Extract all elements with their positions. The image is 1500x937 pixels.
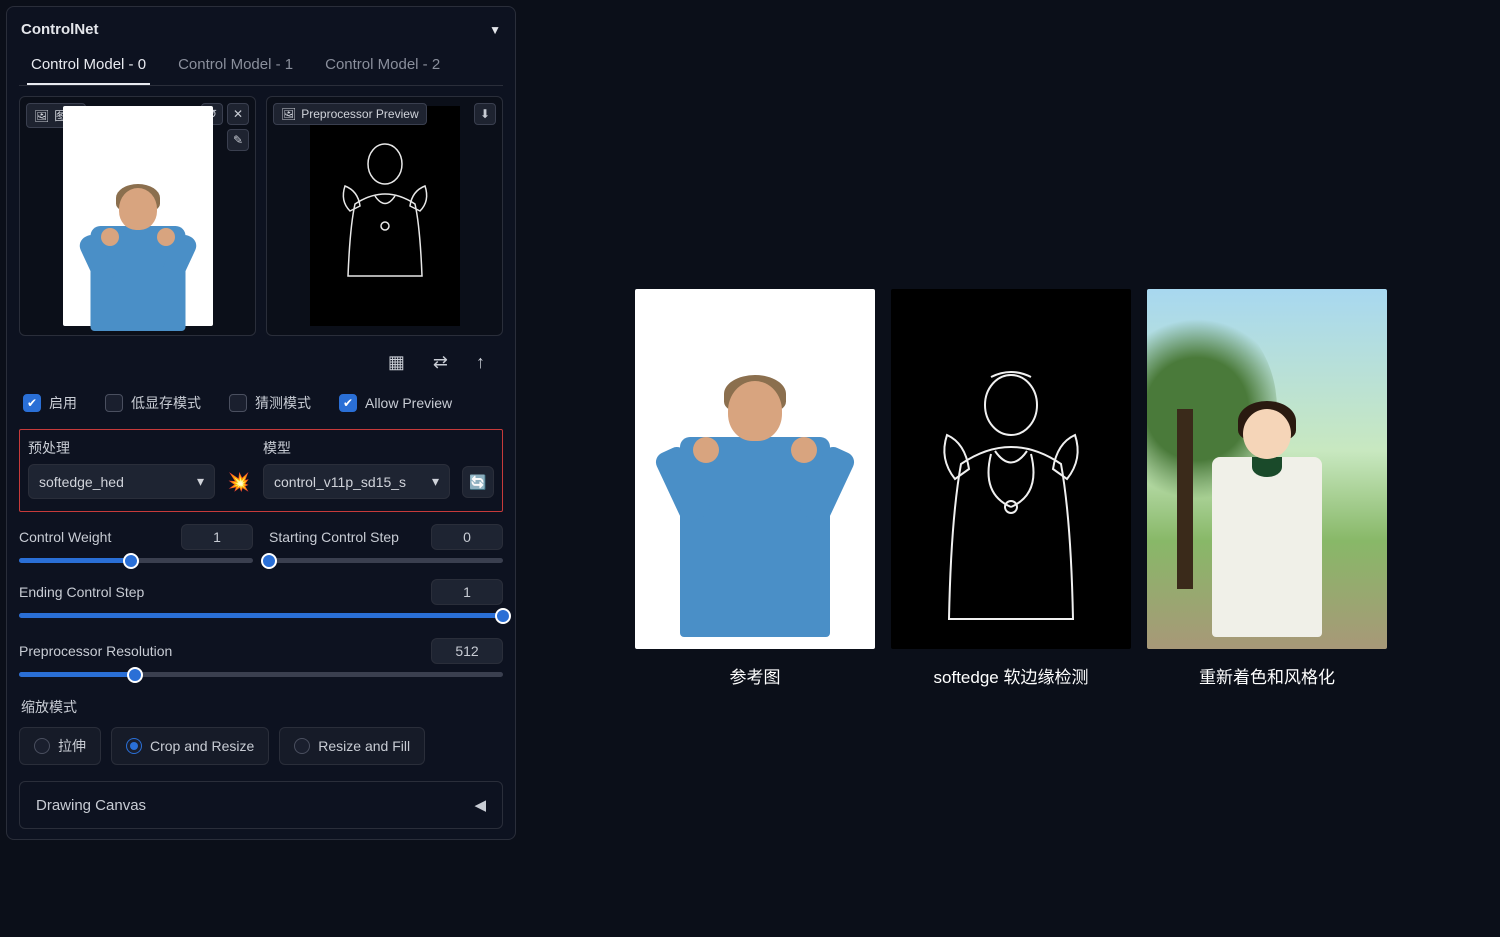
resolution-slider[interactable]: Preprocessor Resolution 512 xyxy=(19,638,503,677)
tab-model-1[interactable]: Control Model - 1 xyxy=(174,48,297,85)
resolution-label: Preprocessor Resolution xyxy=(19,643,172,659)
lowvram-label: 低显存模式 xyxy=(131,393,201,413)
image-input-box[interactable]: 🖼 图像 ↺ ✕ ✎ xyxy=(19,96,256,336)
scale-stretch-option[interactable]: 拉伸 xyxy=(19,727,101,765)
preprocessor-select[interactable]: softedge_hed ▾ xyxy=(28,464,215,499)
enable-label: 启用 xyxy=(49,393,77,413)
softedge-image xyxy=(891,289,1131,649)
camera-icon[interactable]: ▦ xyxy=(388,352,405,373)
radio-icon xyxy=(294,738,310,754)
preprocessor-label: 预处理 xyxy=(28,438,215,458)
triangle-left-icon: ◀ xyxy=(474,796,486,814)
radio-checked-icon xyxy=(126,738,142,754)
explosion-icon[interactable]: 💥 xyxy=(227,472,251,499)
guess-checkbox[interactable]: 猜测模式 xyxy=(229,393,311,413)
preview-tag: 🖼 Preprocessor Preview xyxy=(273,103,427,125)
control-weight-label: Control Weight xyxy=(19,529,111,545)
resolution-value[interactable]: 512 xyxy=(431,638,503,664)
starting-step-label: Starting Control Step xyxy=(269,529,399,545)
reference-caption: 参考图 xyxy=(730,663,781,688)
preview-icon: 🖼 xyxy=(281,107,296,121)
panel-title: ControlNet xyxy=(21,21,99,38)
image-toolbar: ▦ ⇄ ↑ xyxy=(19,336,503,385)
preview-image xyxy=(310,106,460,326)
ending-step-slider[interactable]: Ending Control Step 1 xyxy=(19,579,503,618)
model-label: 模型 xyxy=(263,438,450,458)
control-weight-slider[interactable]: Control Weight 1 xyxy=(19,524,253,563)
drawing-canvas-label: Drawing Canvas xyxy=(36,797,146,814)
reference-image xyxy=(635,289,875,649)
scale-fill-label: Resize and Fill xyxy=(318,738,410,754)
gallery-softedge: softedge 软边缘检测 xyxy=(891,289,1131,688)
options-row: ✔ 启用 低显存模式 猜测模式 ✔ Allow Preview xyxy=(19,385,503,429)
allow-preview-checkbox[interactable]: ✔ Allow Preview xyxy=(339,394,452,412)
close-icon[interactable]: ✕ xyxy=(227,103,249,125)
stylized-image xyxy=(1147,289,1387,649)
allow-preview-label: Allow Preview xyxy=(365,395,452,411)
image-icon: 🖼 xyxy=(34,109,49,123)
guess-label: 猜测模式 xyxy=(255,393,311,413)
preprocessor-value: softedge_hed xyxy=(39,474,124,490)
collapse-icon[interactable]: ▼ xyxy=(489,23,501,37)
chevron-down-icon: ▾ xyxy=(197,473,204,490)
checkbox-icon xyxy=(229,394,247,412)
drawing-canvas-toggle[interactable]: Drawing Canvas ◀ xyxy=(19,781,503,829)
starting-step-value[interactable]: 0 xyxy=(431,524,503,550)
scale-crop-option[interactable]: Crop and Resize xyxy=(111,727,269,765)
gallery-stylized: 重新着色和风格化 xyxy=(1147,289,1387,688)
refresh-icon: 🔄 xyxy=(469,474,486,491)
input-image xyxy=(63,106,213,326)
scale-mode-label: 缩放模式 xyxy=(21,697,503,717)
preprocessor-preview-box[interactable]: 🖼 Preprocessor Preview ⬇ xyxy=(266,96,503,336)
starting-step-slider[interactable]: Starting Control Step 0 xyxy=(269,524,503,563)
refresh-models-button[interactable]: 🔄 xyxy=(462,466,494,498)
checkbox-icon xyxy=(105,394,123,412)
checkbox-checked-icon: ✔ xyxy=(23,394,41,412)
controlnet-panel: ControlNet ▼ Control Model - 0 Control M… xyxy=(6,6,516,840)
tab-model-2[interactable]: Control Model - 2 xyxy=(321,48,444,85)
tab-model-0[interactable]: Control Model - 0 xyxy=(27,48,150,85)
scale-mode-radios: 拉伸 Crop and Resize Resize and Fill xyxy=(19,727,503,765)
gallery-reference: 参考图 xyxy=(635,289,875,688)
scale-crop-label: Crop and Resize xyxy=(150,738,254,754)
stylized-caption: 重新着色和风格化 xyxy=(1199,663,1335,688)
download-icon[interactable]: ⬇ xyxy=(474,103,496,125)
checkbox-checked-icon: ✔ xyxy=(339,394,357,412)
scale-fill-option[interactable]: Resize and Fill xyxy=(279,727,425,765)
output-gallery-area: 参考图 softedge xyxy=(522,0,1500,937)
upload-icon[interactable]: ↑ xyxy=(476,352,485,373)
ending-step-value[interactable]: 1 xyxy=(431,579,503,605)
radio-icon xyxy=(34,738,50,754)
edit-icon[interactable]: ✎ xyxy=(227,129,249,151)
preview-tag-label: Preprocessor Preview xyxy=(301,107,418,121)
chevron-down-icon: ▾ xyxy=(432,473,439,490)
preprocessor-model-group: 预处理 softedge_hed ▾ 💥 模型 control_v11p_sd1… xyxy=(19,429,503,512)
lowvram-checkbox[interactable]: 低显存模式 xyxy=(105,393,201,413)
softedge-caption: softedge 软边缘检测 xyxy=(934,663,1089,688)
tabs: Control Model - 0 Control Model - 1 Cont… xyxy=(19,48,503,86)
model-select[interactable]: control_v11p_sd15_s ▾ xyxy=(263,464,450,499)
panel-header[interactable]: ControlNet ▼ xyxy=(19,17,503,48)
swap-icon[interactable]: ⇄ xyxy=(433,352,448,373)
control-weight-value[interactable]: 1 xyxy=(181,524,253,550)
ending-step-label: Ending Control Step xyxy=(19,584,144,600)
preview-row: 🖼 图像 ↺ ✕ ✎ xyxy=(19,96,503,336)
enable-checkbox[interactable]: ✔ 启用 xyxy=(23,393,77,413)
scale-stretch-label: 拉伸 xyxy=(58,736,86,756)
model-value: control_v11p_sd15_s xyxy=(274,474,406,490)
